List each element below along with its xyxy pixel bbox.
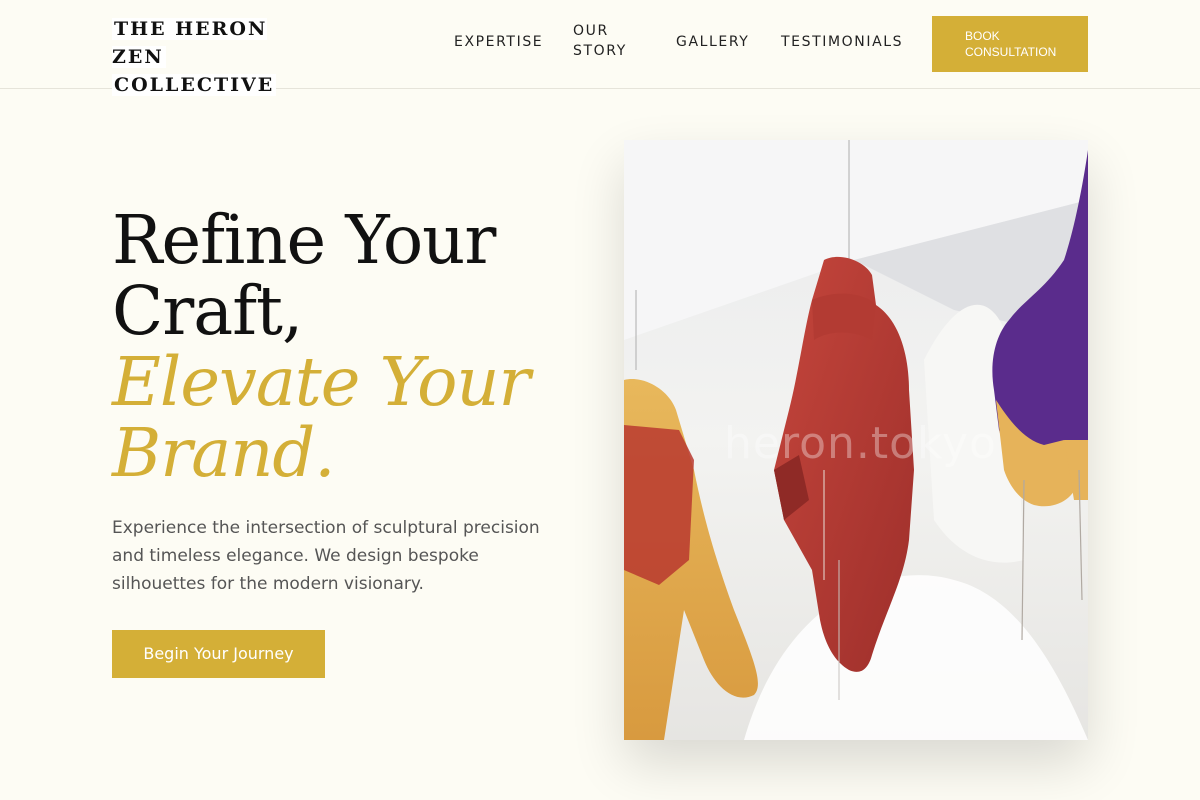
hero-description: Experience the intersection of sculptura… — [112, 518, 540, 594]
hero-accent-title: Elevate Your Brand. — [112, 347, 582, 489]
hero-image: heron.tokyo — [624, 140, 1088, 740]
brand-line-2: COLLECTIVE — [112, 74, 277, 96]
hero-accent-line-2: Brand. — [112, 414, 336, 492]
book-button-line-2: CONSULTATION — [965, 45, 1057, 59]
book-consultation-button[interactable]: BOOK CONSULTATION — [932, 16, 1088, 72]
nav-expertise[interactable]: EXPERTISE — [454, 32, 543, 52]
hero-title-line-2: Craft, — [112, 272, 303, 350]
begin-journey-button[interactable]: Begin Your Journey — [112, 630, 325, 678]
site-header: THE HERON ZEN COLLECTIVE EXPERTISE OUR S… — [0, 0, 1200, 96]
hero-accent-line-1: Elevate Your — [112, 343, 531, 421]
image-watermark: heron.tokyo — [724, 418, 997, 469]
hero-title-line-1: Refine Your — [112, 201, 496, 279]
hero-title: Refine Your Craft, — [112, 205, 572, 347]
nav-gallery[interactable]: GALLERY — [676, 32, 749, 52]
nav-our-story-line-1: OUR — [573, 23, 609, 39]
brand-line-1: THE HERON ZEN — [112, 18, 268, 68]
nav-our-story[interactable]: OUR STORY — [573, 21, 643, 61]
nav-testimonials[interactable]: TESTIMONIALS — [781, 32, 903, 52]
brand-logo[interactable]: THE HERON ZEN COLLECTIVE — [112, 15, 322, 99]
nav-our-story-line-2: STORY — [573, 43, 627, 59]
book-button-line-1: BOOK — [965, 29, 1000, 43]
